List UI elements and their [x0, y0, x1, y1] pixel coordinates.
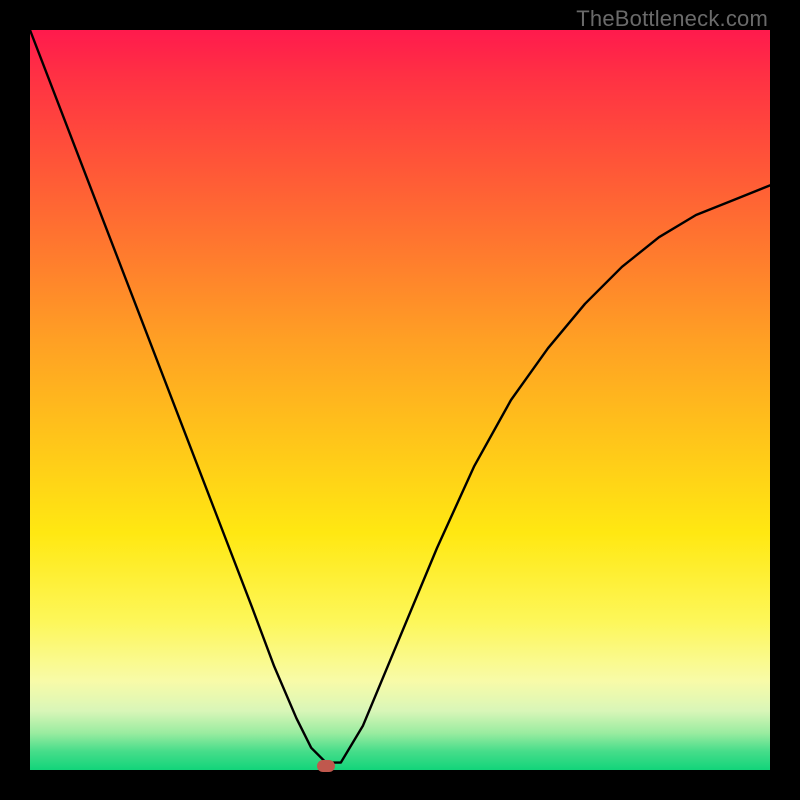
plot-area: [30, 30, 770, 770]
watermark-text: TheBottleneck.com: [576, 6, 768, 32]
bottleneck-curve: [30, 30, 770, 770]
chart-frame: TheBottleneck.com: [0, 0, 800, 800]
optimum-marker: [317, 760, 335, 772]
